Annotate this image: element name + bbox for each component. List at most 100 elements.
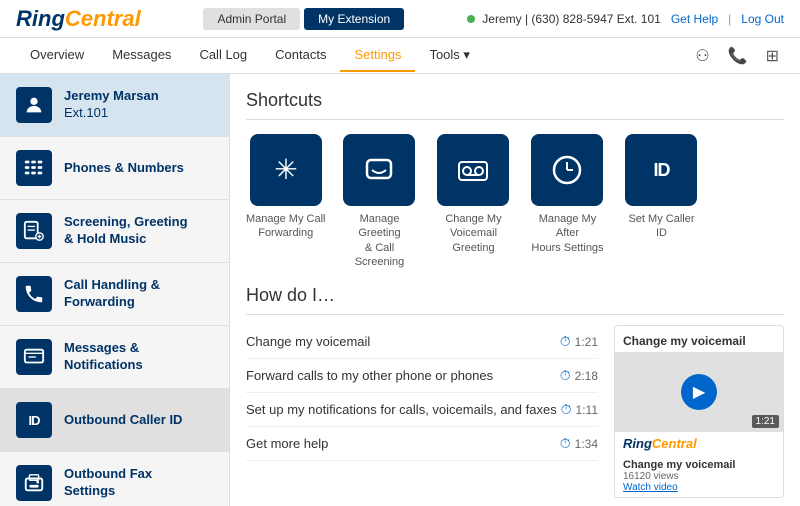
logo-ring: Ring <box>16 6 65 31</box>
get-help-link[interactable]: Get Help <box>671 12 718 26</box>
shortcut-caller-id[interactable]: ID Set My Caller ID <box>621 134 701 269</box>
video-logo-central: Central <box>652 436 697 451</box>
screening-icon <box>16 213 52 249</box>
video-logo-area: RingCentral <box>615 432 783 455</box>
how-do-i-title: How do I… <box>246 285 784 315</box>
how-item-0[interactable]: Change my voicemail ⏱ 1:21 <box>246 325 598 359</box>
portal-tabs: Admin Portal My Extension <box>203 8 404 30</box>
status-indicator: Jeremy | (630) 828-5947 Ext. 101 <box>467 12 661 26</box>
video-caption-views: 16120 views <box>623 471 775 482</box>
how-item-0-label: Change my voicemail <box>246 334 370 349</box>
shortcut-after-hours-label: Manage My AfterHours Settings <box>527 212 607 255</box>
shortcut-call-forwarding[interactable]: ✳ Manage My CallForwarding <box>246 134 325 269</box>
nav-contacts[interactable]: Contacts <box>261 39 340 72</box>
video-thumbnail[interactable]: ▶ 1:21 <box>615 352 783 432</box>
separator: | <box>728 12 731 26</box>
shortcut-voicemail-label: Change MyVoicemail Greeting <box>433 212 513 255</box>
status-dot <box>467 15 475 23</box>
video-logo-ring: Ring <box>623 436 652 451</box>
how-item-1-label: Forward calls to my other phone or phone… <box>246 368 493 383</box>
top-bar-right: Jeremy | (630) 828-5947 Ext. 101 Get Hel… <box>467 12 784 26</box>
logout-link[interactable]: Log Out <box>741 12 784 26</box>
video-duration: 1:21 <box>752 415 779 428</box>
nav-grid-icon[interactable]: ⊞ <box>761 44 784 68</box>
how-item-2-left: Set up my notifications for calls, voice… <box>246 402 557 417</box>
top-bar: RingCentral Admin Portal My Extension Je… <box>0 0 800 38</box>
how-layout: Change my voicemail ⏱ 1:21 Forward calls… <box>246 325 784 498</box>
clock-icon-1: ⏱ <box>560 367 571 384</box>
nav-messages[interactable]: Messages <box>98 39 185 72</box>
play-button[interactable]: ▶ <box>681 374 717 410</box>
sidebar-item-screening[interactable]: Screening, Greeting& Hold Music <box>0 200 229 263</box>
sidebar-item-phones[interactable]: Phones & Numbers <box>0 137 229 200</box>
clock-icon-2: ⏱ <box>561 401 572 418</box>
shortcut-greeting-label: Manage Greeting& Call Screening <box>339 212 419 269</box>
outbound-fax-icon <box>16 465 52 501</box>
sidebar-screening-label: Screening, Greeting& Hold Music <box>64 214 188 248</box>
shortcuts-section: Shortcuts ✳ Manage My CallForwarding <box>246 90 784 269</box>
outbound-caller-icon: ID <box>16 402 52 438</box>
clock-icon-0: ⏱ <box>560 333 571 350</box>
my-extension-tab[interactable]: My Extension <box>304 8 404 30</box>
sidebar-outbound-fax-label: Outbound FaxSettings <box>64 466 152 500</box>
brand-logo: RingCentral <box>16 6 141 32</box>
how-item-3-label: Get more help <box>246 436 328 451</box>
sidebar-item-callhandling[interactable]: Call Handling &Forwarding <box>0 263 229 326</box>
how-item-3[interactable]: Get more help ⏱ 1:34 <box>246 427 598 461</box>
user-info: Jeremy | (630) 828-5947 Ext. 101 <box>482 12 661 26</box>
how-item-3-left: Get more help <box>246 436 328 451</box>
video-caption: Change my voicemail 16120 views Watch vi… <box>615 455 783 497</box>
shortcut-caller-id-icon: ID <box>625 134 697 206</box>
callhandling-icon <box>16 276 52 312</box>
nav-icons: ⚇ 📞 ⊞ <box>690 44 784 68</box>
admin-portal-tab[interactable]: Admin Portal <box>203 8 300 30</box>
shortcuts-title: Shortcuts <box>246 90 784 120</box>
content-area: Shortcuts ✳ Manage My CallForwarding <box>230 74 800 506</box>
shortcut-greeting-icon <box>343 134 415 206</box>
nav-phone-icon[interactable]: 📞 <box>723 44 753 68</box>
how-item-2[interactable]: Set up my notifications for calls, voice… <box>246 393 598 427</box>
video-watch-link[interactable]: Watch video <box>623 482 775 493</box>
main-layout: Jeremy MarsanExt.101 Phones & Numbers <box>0 74 800 506</box>
how-item-3-duration: 1:34 <box>575 437 598 451</box>
logo-central: Central <box>65 6 141 31</box>
how-do-i-section: How do I… Change my voicemail ⏱ 1:21 <box>246 285 784 498</box>
messages-icon <box>16 339 52 375</box>
sidebar-item-user[interactable]: Jeremy MarsanExt.101 <box>0 74 229 137</box>
clock-icon-3: ⏱ <box>560 435 571 452</box>
how-item-0-time: ⏱ 1:21 <box>560 333 598 350</box>
shortcut-after-hours-icon <box>531 134 603 206</box>
sidebar-item-outbound-caller[interactable]: ID Outbound Caller ID <box>0 389 229 452</box>
video-logo: RingCentral <box>623 436 697 451</box>
how-item-0-left: Change my voicemail <box>246 334 370 349</box>
shortcut-greeting[interactable]: Manage Greeting& Call Screening <box>339 134 419 269</box>
svg-text:✳: ✳ <box>274 154 297 185</box>
user-icon <box>16 87 52 123</box>
how-item-1-duration: 2:18 <box>575 369 598 383</box>
how-item-1-time: ⏱ 2:18 <box>560 367 598 384</box>
nav-bar: Overview Messages Call Log Contacts Sett… <box>0 38 800 74</box>
how-list: Change my voicemail ⏱ 1:21 Forward calls… <box>246 325 598 498</box>
how-item-2-label: Set up my notifications for calls, voice… <box>246 402 557 417</box>
video-caption-title: Change my voicemail <box>623 459 775 471</box>
shortcut-voicemail-icon <box>437 134 509 206</box>
sidebar-messages-label: Messages &Notifications <box>64 340 143 374</box>
how-item-1[interactable]: Forward calls to my other phone or phone… <box>246 359 598 393</box>
nav-people-icon[interactable]: ⚇ <box>690 44 714 68</box>
nav-overview[interactable]: Overview <box>16 39 98 72</box>
video-panel: Change my voicemail ▶ 1:21 RingCentral C… <box>614 325 784 498</box>
how-item-1-left: Forward calls to my other phone or phone… <box>246 368 493 383</box>
sidebar-user-label: Jeremy MarsanExt.101 <box>64 88 159 122</box>
nav-call-log[interactable]: Call Log <box>185 39 261 72</box>
sidebar-item-outbound-fax[interactable]: Outbound FaxSettings <box>0 452 229 506</box>
sidebar-phones-label: Phones & Numbers <box>64 160 184 177</box>
sidebar-item-messages[interactable]: Messages &Notifications <box>0 326 229 389</box>
shortcut-after-hours[interactable]: Manage My AfterHours Settings <box>527 134 607 269</box>
video-title: Change my voicemail <box>615 326 783 352</box>
how-item-0-duration: 1:21 <box>575 335 598 349</box>
how-item-2-duration: 1:11 <box>576 403 598 417</box>
nav-tools[interactable]: Tools ▾ <box>415 39 484 73</box>
shortcut-voicemail[interactable]: Change MyVoicemail Greeting <box>433 134 513 269</box>
nav-links: Overview Messages Call Log Contacts Sett… <box>16 39 484 73</box>
nav-settings[interactable]: Settings <box>340 39 415 72</box>
